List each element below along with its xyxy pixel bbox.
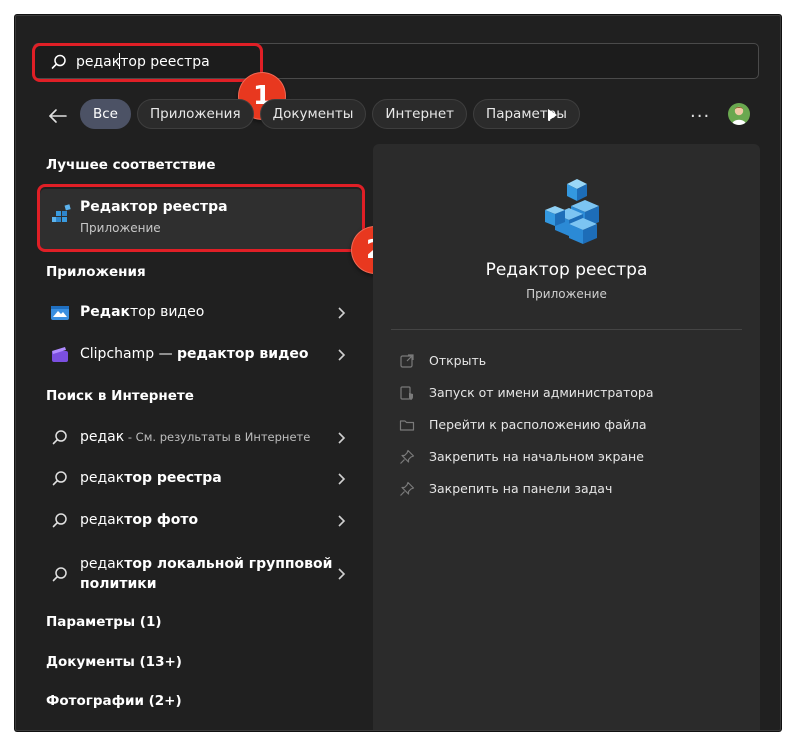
detail-title: Редактор реестра <box>485 260 648 280</box>
chevron-right-icon[interactable] <box>336 567 346 581</box>
action-label: Открыть <box>429 353 487 368</box>
filter-chips: Все Приложения Документы Интернет Параме… <box>80 99 580 131</box>
more-options-icon[interactable]: ··· <box>690 106 710 127</box>
list-item-label: редактор реестра <box>80 470 222 486</box>
chevron-right-icon[interactable] <box>336 431 346 445</box>
clipchamp-icon <box>52 347 68 362</box>
search-highlight-frame <box>32 43 263 82</box>
list-item-clipchamp[interactable]: Clipchamp — редактор видео <box>40 336 362 374</box>
video-editor-icon <box>51 306 69 320</box>
documents-section-header[interactable]: Документы (13+) <box>46 654 182 670</box>
list-item-video-editor[interactable]: Редактор видео <box>40 294 362 332</box>
more-filters-arrow-icon[interactable] <box>545 107 559 123</box>
web-result-3[interactable]: редактор фото <box>40 502 362 540</box>
list-item-label: Clipchamp — редактор видео <box>80 346 309 362</box>
search-icon <box>52 567 67 582</box>
action-label: Закрепить на панели задач <box>429 481 613 496</box>
chevron-right-icon[interactable] <box>336 306 346 320</box>
action-label: Закрепить на начальном экране <box>429 449 644 464</box>
chip-all[interactable]: Все <box>80 99 131 129</box>
settings-section-header[interactable]: Параметры (1) <box>46 614 162 630</box>
chevron-right-icon[interactable] <box>336 472 346 486</box>
chip-internet[interactable]: Интернет <box>372 99 468 129</box>
action-run-as-admin[interactable]: Запуск от имени администратора <box>399 382 739 406</box>
admin-shield-icon <box>400 386 413 400</box>
action-pin-to-taskbar[interactable]: Закрепить на панели задач <box>399 478 739 502</box>
folder-icon <box>399 420 415 431</box>
avatar[interactable] <box>728 103 750 125</box>
action-label: Запуск от имени администратора <box>429 385 654 400</box>
action-label: Перейти к расположению файла <box>429 417 647 432</box>
registry-editor-icon <box>545 179 599 244</box>
search-icon <box>52 471 67 486</box>
chip-documents[interactable]: Документы <box>259 99 367 129</box>
list-item-label: редак - См. результаты в Интернете <box>80 429 311 445</box>
action-pin-to-start[interactable]: Закрепить на начальном экране <box>399 446 739 470</box>
apps-header: Приложения <box>46 264 146 280</box>
action-open-file-location[interactable]: Перейти к расположению файла <box>399 414 739 438</box>
web-result-1[interactable]: редак - См. результаты в Интернете <box>40 419 362 457</box>
chevron-right-icon[interactable] <box>336 348 346 362</box>
chip-apps[interactable]: Приложения <box>137 99 254 129</box>
list-item-label: редактор локальной групповой политики <box>80 556 333 592</box>
search-icon <box>52 430 67 445</box>
web-search-header: Поиск в Интернете <box>46 388 194 404</box>
photos-section-header[interactable]: Фотографии (2+) <box>46 693 182 709</box>
open-icon <box>400 354 414 368</box>
pin-icon <box>400 449 415 464</box>
pin-icon <box>400 481 415 496</box>
search-icon <box>52 513 67 528</box>
action-open[interactable]: Открыть <box>399 350 739 374</box>
best-match-header: Лучшее соответствие <box>46 157 216 173</box>
chip-settings[interactable]: Параметры <box>473 99 580 129</box>
detail-divider <box>391 329 742 330</box>
list-item-label: редактор фото <box>80 512 199 528</box>
chevron-right-icon[interactable] <box>336 514 346 528</box>
best-match-highlight-frame <box>37 184 365 252</box>
detail-subtitle: Приложение <box>526 287 607 301</box>
list-item-label: Редактор видео <box>80 304 205 320</box>
web-result-2[interactable]: редактор реестра <box>40 460 362 498</box>
start-search-window: редактор реестра 1 Все Приложения Докуме… <box>15 15 781 731</box>
web-result-4[interactable]: редактор локальной групповой политики <box>40 552 362 596</box>
back-arrow-icon[interactable] <box>46 104 70 128</box>
